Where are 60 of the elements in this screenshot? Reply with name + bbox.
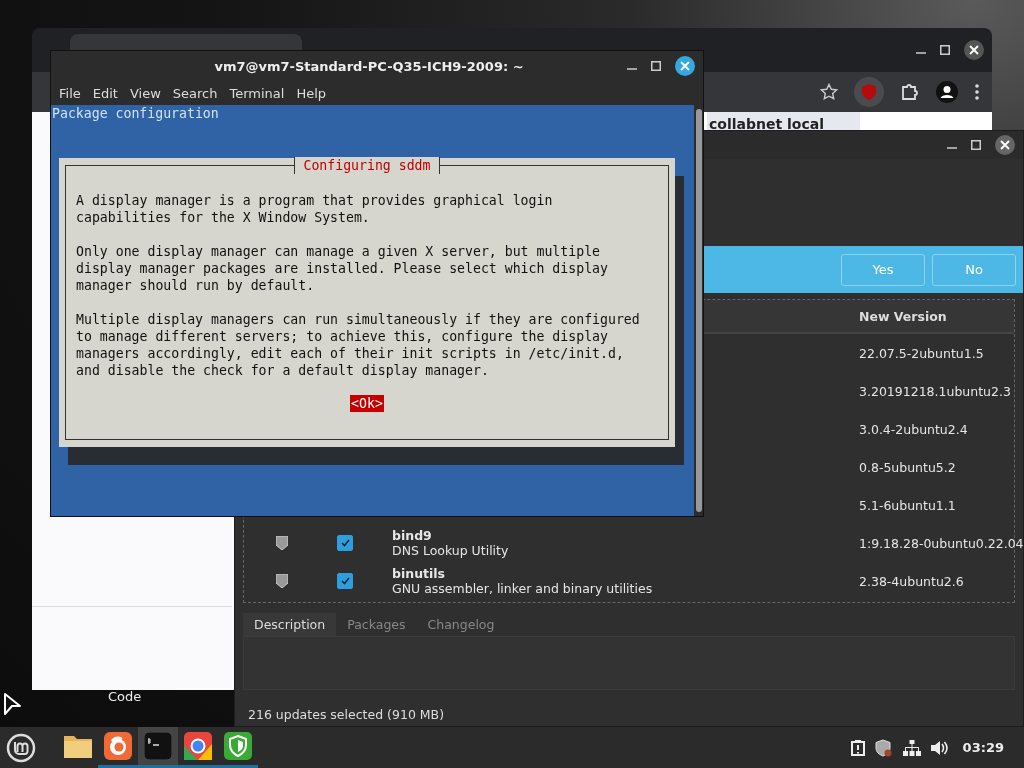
check-icon	[340, 577, 350, 585]
close-icon[interactable]	[995, 135, 1015, 155]
menu-item[interactable]: Terminal	[223, 85, 291, 101]
status-text: 216 updates selected (910 MB)	[248, 707, 445, 722]
panel-tab[interactable]: Description	[243, 613, 337, 636]
window-title: vm7@vm7-Standard-PC-Q35-ICH9-2009: ~	[213, 58, 525, 74]
version-cell: 1:9.18.28-0ubuntu0.22.04	[859, 535, 1024, 551]
dialog-title: Configuring sddm	[294, 157, 440, 174]
volume-icon[interactable]	[930, 739, 949, 756]
menu-item[interactable]: Help	[290, 85, 333, 101]
shield-icon	[224, 732, 252, 760]
package-description: GNU assembler, linker and binary utilities	[392, 581, 654, 596]
maximize-icon[interactable]	[971, 140, 981, 150]
maximize-icon[interactable]	[651, 61, 661, 71]
menu-icon[interactable]	[974, 83, 980, 101]
folder-icon	[63, 733, 93, 759]
ok-button[interactable]: <Ok>	[350, 395, 384, 412]
menu-item[interactable]: File	[53, 85, 87, 101]
package-name: binutils	[392, 566, 446, 581]
chrome-icon	[184, 732, 212, 760]
package-description: DNS Lookup Utility	[392, 543, 510, 558]
firefox-icon	[104, 732, 132, 760]
check-icon	[340, 539, 350, 547]
profile-icon[interactable]	[936, 81, 958, 103]
terminal-icon	[144, 732, 172, 760]
version-cell: 3.20191218.1ubuntu2.3	[859, 383, 1011, 399]
cursor-icon	[3, 692, 23, 716]
shield-icon	[276, 536, 288, 550]
mint-logo-icon[interactable]	[6, 732, 36, 763]
shield-icon	[862, 84, 876, 100]
shield-icon[interactable]	[874, 738, 893, 757]
version-cell: 3.0.4-2ubuntu2.4	[859, 421, 968, 437]
network-icon[interactable]	[902, 739, 921, 756]
version-cell: 5.1-6ubuntu1.1	[859, 497, 956, 513]
panel-tab[interactable]: Packages	[336, 613, 417, 636]
version-cell: 2.38-4ubuntu2.6	[859, 573, 964, 589]
package-name: bind9	[392, 528, 433, 543]
clipboard-icon[interactable]	[850, 739, 865, 756]
checkbox[interactable]	[337, 573, 353, 589]
menu-item[interactable]: Search	[166, 85, 224, 101]
version-cell: 0.8-5ubuntu5.2	[859, 459, 956, 475]
dialog-paragraph: Multiple display managers can run simultaneously if they are configured to manage different servers; to achieve this, configure the display managers accordingly, edit each of their init scripts in /etc/init.d, and disable the check for a default display manager.	[76, 311, 641, 379]
dialog-paragraph: Only one display manager can manage a given X server, but multiple display manager packages are installed. Please select which display manager should run by default.	[76, 243, 609, 294]
checkbox[interactable]	[337, 535, 353, 551]
desktop-icon-label: Code	[108, 689, 142, 704]
menu-item[interactable]: View	[123, 85, 167, 101]
clock[interactable]: 03:29	[962, 740, 1004, 755]
shield-icon	[276, 574, 288, 588]
version-cell: 22.07.5-2ubuntu1.5	[859, 345, 984, 361]
scrollbar-thumb[interactable]	[695, 109, 702, 512]
column-header[interactable]: New Version	[859, 308, 1014, 324]
close-icon[interactable]	[964, 40, 984, 60]
puzzle-icon[interactable]	[900, 82, 920, 102]
dialog-paragraph: A display manager is a program that provides graphical login capabilities for the X Window System.	[76, 192, 554, 226]
menu-item[interactable]: Edit	[86, 85, 124, 101]
terminal-header: Package configuration	[52, 105, 220, 122]
close-icon[interactable]	[675, 56, 695, 76]
maximize-icon[interactable]	[940, 45, 950, 55]
star-icon[interactable]	[820, 83, 838, 101]
panel-tab[interactable]: Changelog	[416, 613, 506, 636]
